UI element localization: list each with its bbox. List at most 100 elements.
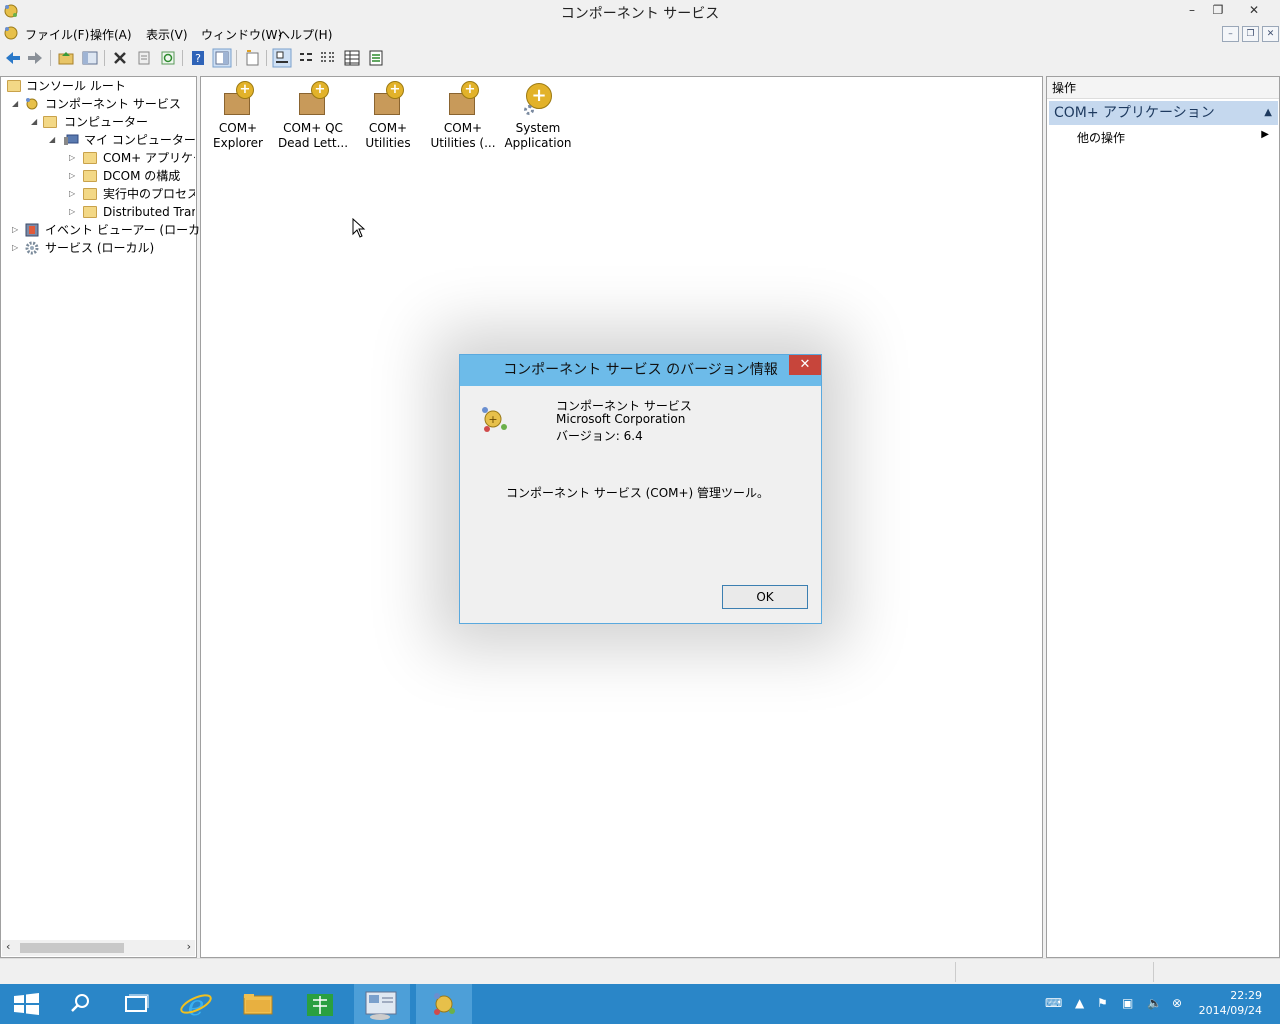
expanded-arrow-icon[interactable]: ◢: [49, 131, 58, 149]
collapsed-arrow-icon[interactable]: ▷: [69, 167, 78, 185]
action-center-flag-icon[interactable]: ⚑: [1097, 996, 1108, 1010]
component-services-taskbar-icon[interactable]: [416, 984, 472, 1024]
collapsed-arrow-icon[interactable]: ▷: [69, 185, 78, 203]
item-label: Explorer: [213, 136, 263, 150]
horizontal-scrollbar[interactable]: ‹ ›: [2, 940, 195, 956]
clock[interactable]: 22:29 2014/09/24: [1199, 988, 1262, 1018]
folder-icon: [83, 188, 97, 200]
large-icons-icon[interactable]: [272, 48, 292, 68]
properties-icon[interactable]: [134, 48, 154, 68]
clock-time: 22:29: [1230, 989, 1262, 1002]
store-icon[interactable]: [292, 984, 348, 1024]
collapse-icon[interactable]: ▲: [1264, 101, 1272, 125]
item-label: System: [515, 121, 561, 135]
menu-action[interactable]: 操作(A): [90, 26, 132, 43]
volume-icon[interactable]: 🔈: [1147, 996, 1162, 1010]
about-dialog: コンポーネント サービス のバージョン情報 ✕ + コンポーネント サービス M…: [459, 354, 822, 624]
toolbar: ?: [0, 46, 1280, 70]
forward-icon[interactable]: [25, 48, 45, 68]
tray-close-icon[interactable]: ⊗: [1172, 996, 1182, 1010]
tree-node-com-applications[interactable]: COM+ アプリケーション: [81, 149, 195, 167]
menu-file[interactable]: ファイル(F): [25, 26, 89, 43]
small-icons-icon[interactable]: [296, 48, 316, 68]
up-folder-icon[interactable]: [56, 48, 76, 68]
collapsed-arrow-icon[interactable]: ▷: [69, 203, 78, 221]
collapsed-arrow-icon[interactable]: ▷: [69, 149, 78, 167]
restore-button[interactable]: ❐: [1206, 2, 1230, 18]
dialog-close-button[interactable]: ✕: [789, 355, 821, 375]
gear-icon: [25, 241, 39, 255]
list-view-icon[interactable]: [318, 48, 338, 68]
server-manager-icon[interactable]: [354, 984, 410, 1024]
menu-bar: ファイル(F) 操作(A) 表示(V) ウィンドウ(W) ヘルプ(H): [0, 22, 1280, 44]
back-icon[interactable]: [3, 48, 23, 68]
tree-node-component-services[interactable]: コンポーネント サービス: [23, 95, 181, 113]
event-viewer-icon: [25, 223, 39, 237]
tree-node-my-computer[interactable]: マイ コンピューター: [61, 131, 196, 149]
system-menu-icon[interactable]: [3, 25, 19, 41]
submenu-arrow-icon: ▶: [1261, 129, 1269, 140]
tree-label: Distributed Transaction Coordinator: [103, 205, 195, 219]
app-item-com-explorer[interactable]: + COM+ Explorer: [198, 81, 278, 151]
app-item-com-utilities[interactable]: + COM+ Utilities: [348, 81, 428, 151]
expanded-arrow-icon[interactable]: ◢: [12, 95, 21, 113]
new-window-icon[interactable]: [242, 48, 262, 68]
export-list-icon[interactable]: [366, 48, 386, 68]
folder-icon: [83, 170, 97, 182]
mdi-restore-button[interactable]: ❐: [1242, 26, 1259, 42]
task-view-icon[interactable]: [108, 984, 164, 1024]
dialog-version: バージョン: 6.4: [556, 429, 643, 443]
file-explorer-icon[interactable]: [230, 984, 286, 1024]
collapsed-arrow-icon[interactable]: ▷: [12, 221, 21, 239]
tree-node-console-root[interactable]: コンソール ルート: [5, 77, 126, 95]
com-package-icon: +: [370, 81, 406, 117]
action-pane: 操作 COM+ アプリケーション ▲ 他の操作 ▶: [1046, 76, 1280, 958]
collapsed-arrow-icon[interactable]: ▷: [12, 239, 21, 257]
folder-icon: [43, 116, 57, 128]
menu-view[interactable]: 表示(V): [146, 26, 188, 43]
search-icon[interactable]: [52, 984, 108, 1024]
close-button[interactable]: ✕: [1242, 2, 1266, 18]
network-icon[interactable]: ▣: [1122, 996, 1133, 1010]
refresh-icon[interactable]: [158, 48, 178, 68]
item-label: COM+: [368, 121, 408, 135]
menu-help[interactable]: ヘルプ(H): [278, 26, 332, 43]
keyboard-icon[interactable]: ⌨: [1045, 996, 1062, 1010]
tree-node-services[interactable]: サービス (ローカル): [23, 239, 154, 257]
tree-label: サービス (ローカル): [45, 241, 155, 255]
action-pane-icon[interactable]: [212, 48, 232, 68]
app-item-system-application[interactable]: + System Application: [498, 81, 578, 151]
mdi-close-button[interactable]: ✕: [1262, 26, 1279, 42]
tree-label: マイ コンピューター: [84, 133, 196, 147]
help-icon[interactable]: ?: [188, 48, 208, 68]
menu-window[interactable]: ウィンドウ(W): [201, 26, 282, 43]
app-item-com-utilities-32[interactable]: + COM+ Utilities (...: [423, 81, 503, 151]
tree-node-event-viewer[interactable]: イベント ビューアー (ローカル): [23, 221, 217, 239]
action-section-com-applications[interactable]: COM+ アプリケーション ▲: [1049, 101, 1278, 125]
tree-node-dcom-config[interactable]: DCOM の構成: [81, 167, 195, 185]
tree-label: 実行中のプロセス: [103, 187, 195, 201]
show-hide-tree-icon[interactable]: [80, 48, 100, 68]
status-bar: [0, 958, 1280, 984]
scrollbar-thumb[interactable]: [20, 943, 124, 953]
tree-node-computers[interactable]: コンピューター: [41, 113, 148, 131]
window-title: コンポーネント サービス: [560, 6, 720, 22]
tree-node-running-processes[interactable]: 実行中のプロセス: [81, 185, 195, 203]
expanded-arrow-icon[interactable]: ◢: [31, 113, 40, 131]
computer-icon: [64, 134, 79, 145]
show-hidden-icons-icon[interactable]: ▲: [1075, 996, 1084, 1010]
dialog-title: コンポーネント サービス のバージョン情報: [460, 355, 821, 386]
internet-explorer-icon[interactable]: e: [168, 984, 224, 1024]
minimize-button[interactable]: –: [1180, 2, 1204, 18]
tree-node-distributed-transaction[interactable]: Distributed Transaction Coordinator: [81, 203, 195, 221]
scroll-left-icon[interactable]: ‹: [6, 940, 10, 953]
delete-icon[interactable]: [110, 48, 130, 68]
dialog-company: Microsoft Corporation: [556, 412, 686, 426]
more-actions-item[interactable]: 他の操作: [1077, 129, 1125, 146]
scroll-right-icon[interactable]: ›: [187, 940, 191, 953]
ok-button[interactable]: OK: [722, 585, 808, 609]
app-item-com-qc-dead-letter[interactable]: + COM+ QC Dead Lett...: [273, 81, 353, 151]
mdi-minimize-button[interactable]: –: [1222, 26, 1239, 42]
start-icon[interactable]: [0, 984, 56, 1024]
details-view-icon[interactable]: [342, 48, 362, 68]
